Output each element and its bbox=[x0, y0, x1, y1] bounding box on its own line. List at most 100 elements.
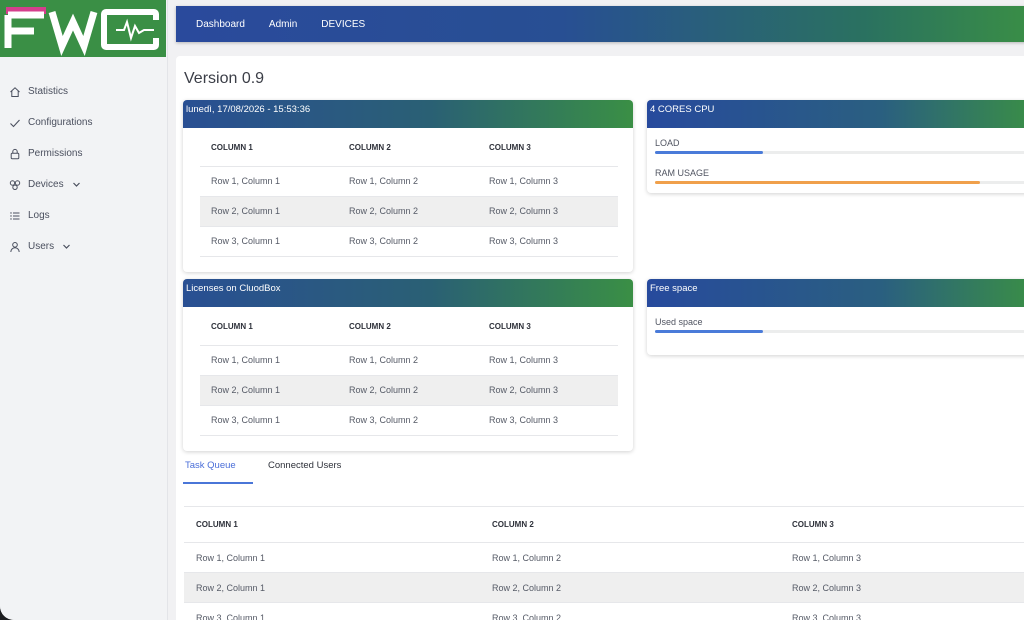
active-tab-indicator bbox=[183, 482, 253, 484]
used-space-progress-fill bbox=[655, 330, 764, 333]
free-space-card: Free space Used space bbox=[647, 279, 1024, 355]
nav-link-dashboard[interactable]: Dashboard bbox=[196, 19, 245, 30]
sidebar: Statistics Configurations Permissions De… bbox=[0, 0, 168, 620]
column-header[interactable]: COLUMN 3 bbox=[780, 506, 1024, 543]
table-cell: Row 2, Column 2 bbox=[338, 196, 478, 227]
sidebar-item-logs[interactable]: Logs bbox=[0, 200, 168, 231]
ram-usage-progress-bar bbox=[655, 181, 1024, 184]
card-title: lunedì, 17/08/2026 - 15:53:36 bbox=[183, 100, 633, 128]
sidebar-item-permissions[interactable]: Permissions bbox=[0, 138, 168, 169]
table-cell: Row 3, Column 3 bbox=[478, 405, 618, 436]
sidebar-item-label: Devices bbox=[28, 179, 64, 190]
app-window: Statistics Configurations Permissions De… bbox=[0, 0, 1024, 620]
cpu-card: 4 CORES CPU LOAD RAM USAGE bbox=[647, 100, 1024, 193]
table-cell: Row 3, Column 2 bbox=[480, 602, 780, 620]
card-title: Free space bbox=[647, 279, 1024, 307]
table-cell: Row 2, Column 1 bbox=[184, 572, 480, 603]
ram-usage-progress-fill bbox=[655, 181, 980, 184]
table-cell: Row 1, Column 1 bbox=[200, 166, 338, 197]
task-queue-table: COLUMN 1 COLUMN 2 COLUMN 3 Row 1, Column… bbox=[184, 506, 1024, 620]
table-cell: Row 2, Column 3 bbox=[478, 196, 618, 227]
user-icon bbox=[8, 240, 21, 253]
licenses-table: COLUMN 1 COLUMN 2 COLUMN 3 Row 1, Column… bbox=[200, 309, 618, 436]
table-cell: Row 3, Column 2 bbox=[338, 405, 478, 436]
sidebar-nav: Statistics Configurations Permissions De… bbox=[0, 76, 168, 262]
column-header[interactable]: COLUMN 1 bbox=[200, 130, 338, 167]
table-cell: Row 3, Column 2 bbox=[338, 226, 478, 257]
table-cell: Row 1, Column 3 bbox=[780, 542, 1024, 573]
home-icon bbox=[8, 85, 21, 98]
chevron-down-icon[interactable] bbox=[62, 242, 71, 251]
table-row[interactable]: Row 3, Column 1 Row 3, Column 2 Row 3, C… bbox=[184, 602, 1024, 620]
main-content: Version 0.9 lunedì, 17/08/2026 - 15:53:3… bbox=[176, 56, 1024, 620]
top-nav-bar: Dashboard Admin DEVICES bbox=[176, 6, 1024, 42]
page-title: Version 0.9 bbox=[184, 70, 265, 87]
licenses-card: Licenses on CluodBox COLUMN 1 COLUMN 2 C… bbox=[183, 279, 633, 451]
column-header[interactable]: COLUMN 2 bbox=[480, 506, 780, 543]
table-row[interactable]: Row 2, Column 1 Row 2, Column 2 Row 2, C… bbox=[200, 375, 618, 406]
used-space-progress-bar bbox=[655, 330, 1024, 333]
nav-link-admin[interactable]: Admin bbox=[269, 19, 297, 30]
sidebar-item-devices[interactable]: Devices bbox=[0, 169, 168, 200]
tab-connected-users[interactable]: Connected Users bbox=[268, 460, 341, 471]
table-cell: Row 2, Column 3 bbox=[780, 572, 1024, 603]
column-header[interactable]: COLUMN 2 bbox=[338, 309, 478, 346]
table-row[interactable]: Row 1, Column 1 Row 1, Column 2 Row 1, C… bbox=[200, 166, 618, 197]
card-title: Licenses on CluodBox bbox=[183, 279, 633, 307]
table-cell: Row 2, Column 3 bbox=[478, 375, 618, 406]
table-cell: Row 3, Column 1 bbox=[200, 226, 338, 257]
column-header[interactable]: COLUMN 1 bbox=[200, 309, 338, 346]
table-cell: Row 3, Column 3 bbox=[780, 602, 1024, 620]
tab-task-queue[interactable]: Task Queue bbox=[185, 460, 236, 471]
lock-icon bbox=[8, 147, 21, 160]
sidebar-item-users[interactable]: Users bbox=[0, 231, 168, 262]
column-header[interactable]: COLUMN 1 bbox=[184, 506, 480, 543]
column-header[interactable]: COLUMN 3 bbox=[478, 309, 618, 346]
list-icon bbox=[8, 209, 21, 222]
table-header-row: COLUMN 1 COLUMN 2 COLUMN 3 bbox=[200, 309, 618, 346]
table-cell: Row 1, Column 3 bbox=[478, 345, 618, 376]
table-cell: Row 3, Column 1 bbox=[184, 602, 480, 620]
table-row[interactable]: Row 3, Column 1 Row 3, Column 2 Row 3, C… bbox=[200, 226, 618, 257]
chevron-down-icon[interactable] bbox=[72, 180, 81, 189]
table-row[interactable]: Row 1, Column 1 Row 1, Column 2 Row 1, C… bbox=[200, 345, 618, 376]
sidebar-item-configurations[interactable]: Configurations bbox=[0, 107, 168, 138]
sidebar-item-label: Logs bbox=[28, 210, 50, 221]
table-cell: Row 1, Column 1 bbox=[184, 542, 480, 573]
table-row[interactable]: Row 3, Column 1 Row 3, Column 2 Row 3, C… bbox=[200, 405, 618, 436]
table-cell: Row 2, Column 1 bbox=[200, 375, 338, 406]
load-progress-fill bbox=[655, 151, 764, 154]
column-header[interactable]: COLUMN 3 bbox=[478, 130, 618, 167]
table-row[interactable]: Row 1, Column 1 Row 1, Column 2 Row 1, C… bbox=[184, 542, 1024, 573]
sidebar-item-statistics[interactable]: Statistics bbox=[0, 76, 168, 107]
table-cell: Row 1, Column 2 bbox=[338, 345, 478, 376]
devices-icon bbox=[8, 178, 21, 191]
table-cell: Row 2, Column 1 bbox=[200, 196, 338, 227]
sidebar-item-label: Configurations bbox=[28, 117, 93, 128]
table-header-row: COLUMN 1 COLUMN 2 COLUMN 3 bbox=[184, 506, 1024, 543]
load-label: LOAD bbox=[655, 138, 680, 148]
table-cell: Row 1, Column 3 bbox=[478, 166, 618, 197]
sidebar-item-label: Permissions bbox=[28, 148, 83, 159]
table-cell: Row 1, Column 2 bbox=[480, 542, 780, 573]
logo-graphic bbox=[4, 7, 160, 56]
table-cell: Row 3, Column 3 bbox=[478, 226, 618, 257]
table-row[interactable]: Row 2, Column 1 Row 2, Column 2 Row 2, C… bbox=[184, 572, 1024, 603]
table-cell: Row 1, Column 1 bbox=[200, 345, 338, 376]
load-progress-bar bbox=[655, 151, 1024, 154]
table-cell: Row 1, Column 2 bbox=[338, 166, 478, 197]
table-cell: Row 2, Column 2 bbox=[338, 375, 478, 406]
datetime-card: lunedì, 17/08/2026 - 15:53:36 COLUMN 1 C… bbox=[183, 100, 633, 272]
table-cell: Row 3, Column 1 bbox=[200, 405, 338, 436]
check-icon bbox=[8, 116, 21, 129]
table-row[interactable]: Row 2, Column 1 Row 2, Column 2 Row 2, C… bbox=[200, 196, 618, 227]
datetime-table: COLUMN 1 COLUMN 2 COLUMN 3 Row 1, Column… bbox=[200, 130, 618, 257]
sidebar-item-label: Users bbox=[28, 241, 55, 252]
table-header-row: COLUMN 1 COLUMN 2 COLUMN 3 bbox=[200, 130, 618, 167]
column-header[interactable]: COLUMN 2 bbox=[338, 130, 478, 167]
table-cell: Row 2, Column 2 bbox=[480, 572, 780, 603]
nav-link-devices[interactable]: DEVICES bbox=[321, 19, 365, 30]
card-title: 4 CORES CPU bbox=[647, 100, 1024, 128]
sidebar-item-label: Statistics bbox=[28, 86, 69, 97]
logo[interactable] bbox=[0, 0, 166, 57]
